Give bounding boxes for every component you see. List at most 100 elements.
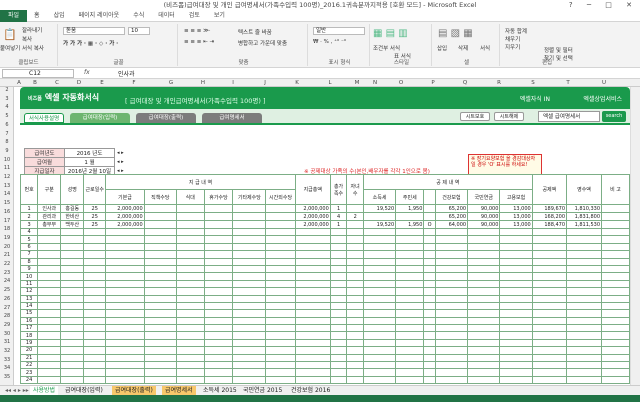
table-cell[interactable]	[423, 338, 436, 348]
table-cell[interactable]	[232, 375, 267, 385]
table-cell[interactable]	[531, 316, 568, 326]
table-cell[interactable]	[37, 368, 62, 377]
table-cell[interactable]	[346, 272, 364, 281]
table-cell[interactable]	[531, 361, 568, 370]
table-cell[interactable]	[499, 264, 533, 274]
table-cell[interactable]	[467, 316, 501, 326]
table-cell[interactable]	[395, 287, 425, 296]
table-cell[interactable]	[395, 361, 425, 370]
fill-button[interactable]: 채우기	[505, 35, 520, 43]
table-cell[interactable]	[467, 361, 501, 370]
table-cell[interactable]	[346, 324, 364, 333]
table-cell[interactable]	[203, 257, 234, 266]
table-cell[interactable]	[601, 220, 630, 229]
vertical-scrollbar[interactable]	[630, 87, 640, 385]
table-cell[interactable]	[434, 324, 469, 333]
tab-payroll-input[interactable]: 급여대장(입력)	[70, 113, 130, 123]
table-cell[interactable]	[143, 279, 177, 289]
table-cell[interactable]	[60, 250, 85, 259]
row-header[interactable]: 9	[0, 148, 14, 154]
tab-view[interactable]: 보기	[207, 10, 232, 22]
table-cell[interactable]	[143, 353, 177, 363]
table-cell[interactable]	[346, 316, 364, 326]
table-cell[interactable]	[83, 264, 107, 274]
table-cell[interactable]: 21	[19, 353, 39, 363]
table-cell[interactable]	[362, 272, 397, 281]
table-cell[interactable]	[143, 204, 177, 213]
table-cell[interactable]	[346, 361, 364, 370]
table-cell[interactable]	[83, 368, 107, 377]
table-cell[interactable]	[329, 227, 348, 237]
table-cell[interactable]	[346, 375, 364, 385]
table-cell[interactable]	[601, 338, 630, 348]
table-cell[interactable]: 90,000	[467, 220, 501, 229]
table-cell[interactable]	[423, 212, 436, 221]
table-cell[interactable]	[346, 353, 364, 363]
table-cell[interactable]	[232, 227, 267, 237]
table-cell[interactable]	[203, 294, 234, 303]
table-cell[interactable]	[467, 279, 501, 289]
table-cell[interactable]	[329, 294, 348, 303]
table-cell[interactable]	[175, 279, 205, 289]
column-header[interactable]: B	[24, 79, 46, 87]
table-cell[interactable]: 2,000,000	[294, 220, 331, 229]
table-cell[interactable]: 12	[19, 287, 39, 296]
table-cell[interactable]	[423, 375, 436, 385]
table-cell[interactable]	[362, 309, 397, 318]
table-cell[interactable]	[467, 250, 501, 259]
table-cell[interactable]	[143, 242, 177, 252]
table-cell[interactable]	[434, 287, 469, 296]
table-cell[interactable]	[265, 361, 296, 370]
table-cell[interactable]	[175, 375, 205, 385]
table-cell[interactable]	[83, 294, 107, 303]
table-cell[interactable]	[566, 227, 603, 237]
table-cell[interactable]	[60, 235, 85, 244]
table-cell[interactable]	[175, 294, 205, 303]
table-cell[interactable]	[601, 368, 630, 377]
table-cell[interactable]	[60, 287, 85, 296]
table-cell[interactable]	[175, 324, 205, 333]
row-header[interactable]: 12	[0, 174, 14, 180]
table-cell[interactable]	[60, 375, 85, 385]
table-cell[interactable]	[362, 227, 397, 237]
row-header[interactable]: 27	[0, 305, 14, 311]
row-header[interactable]: 31	[0, 339, 14, 345]
table-cell[interactable]	[499, 375, 533, 385]
table-cell[interactable]	[467, 264, 501, 274]
table-cell[interactable]	[265, 375, 296, 385]
column-header[interactable]: A	[14, 79, 24, 87]
table-cell[interactable]	[265, 316, 296, 326]
table-cell[interactable]	[531, 227, 568, 237]
row-header[interactable]: 23	[0, 270, 14, 276]
table-cell[interactable]: 20	[19, 346, 39, 355]
table-cell[interactable]	[83, 361, 107, 370]
table-cell[interactable]	[395, 338, 425, 348]
row-header[interactable]: 32	[0, 348, 14, 354]
table-cell[interactable]	[395, 272, 425, 281]
table-cell[interactable]	[265, 272, 296, 281]
table-cell[interactable]: 25	[83, 220, 107, 229]
table-cell[interactable]	[232, 368, 267, 377]
table-cell[interactable]	[175, 316, 205, 326]
table-cell[interactable]	[601, 324, 630, 333]
table-cell[interactable]	[105, 257, 145, 266]
table-cell[interactable]	[203, 375, 234, 385]
table-cell[interactable]	[37, 316, 62, 326]
table-cell[interactable]	[329, 272, 348, 281]
table-cell[interactable]: 19,520	[362, 204, 397, 213]
table-cell[interactable]	[203, 220, 234, 229]
table-cell[interactable]	[83, 257, 107, 266]
table-cell[interactable]	[37, 294, 62, 303]
table-cell[interactable]: 90,000	[467, 212, 501, 221]
table-cell[interactable]	[175, 353, 205, 363]
table-cell[interactable]	[395, 368, 425, 377]
table-cell[interactable]	[467, 301, 501, 311]
table-cell[interactable]	[105, 353, 145, 363]
table-cell[interactable]	[37, 287, 62, 296]
table-cell[interactable]	[37, 346, 62, 355]
table-cell[interactable]	[467, 287, 501, 296]
table-cell[interactable]: 18	[19, 331, 39, 340]
table-cell[interactable]	[37, 331, 62, 340]
table-cell[interactable]	[203, 242, 234, 252]
table-cell[interactable]	[232, 346, 267, 355]
